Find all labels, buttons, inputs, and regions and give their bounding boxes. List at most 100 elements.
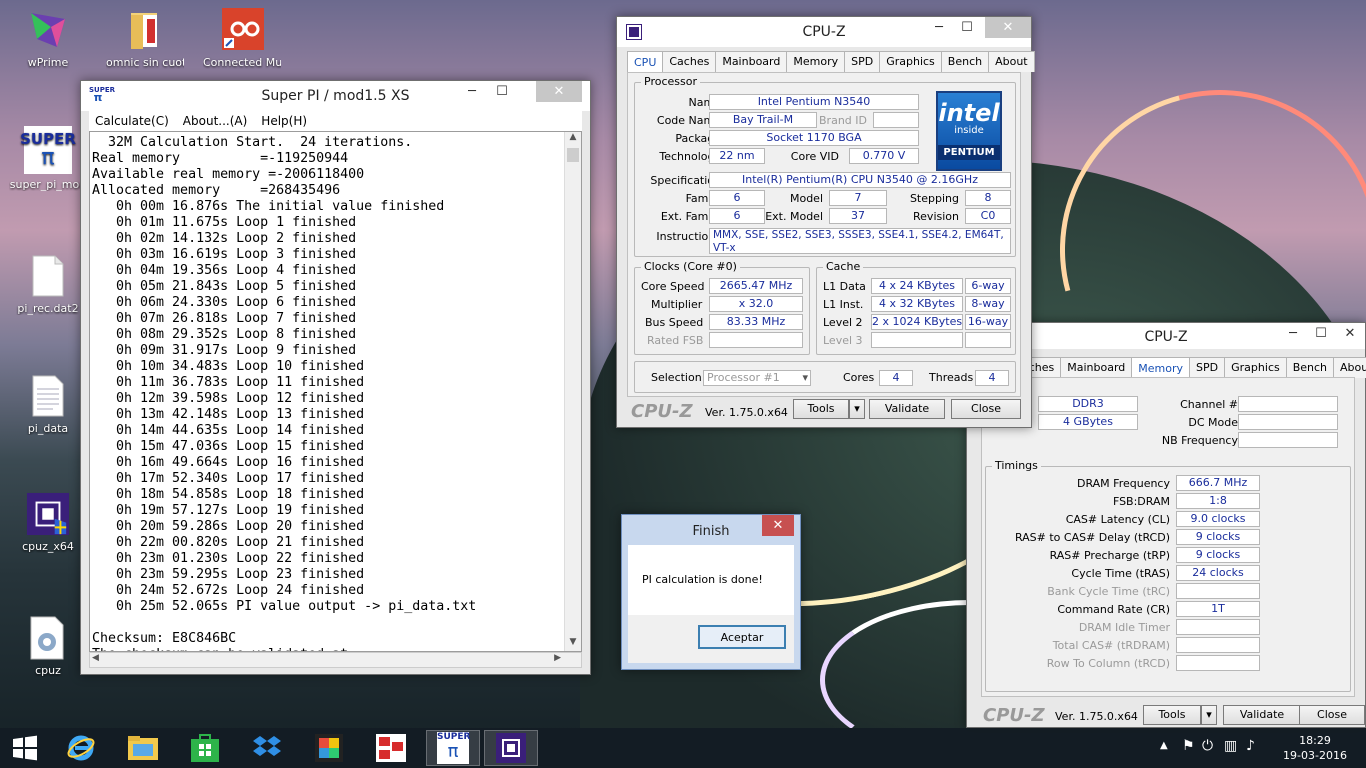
taskbar: SUPER π ▲ ⚑ ⏻ ▥ ♪ 18:29 19-03-2016 — [0, 728, 1366, 768]
scroll-right-arrow[interactable]: ▶ — [554, 653, 561, 663]
start-button[interactable] — [0, 730, 50, 766]
output-line: Available real memory =-2006118400 — [92, 167, 365, 182]
vertical-scrollbar[interactable]: ▲ ▼ — [564, 132, 581, 651]
close-button[interactable]: ✕ — [985, 17, 1031, 38]
finish-titlebar[interactable]: Finish ✕ — [622, 515, 800, 545]
minimize-button[interactable]: ─ — [1279, 323, 1307, 344]
cpuz2-tabs: aches Mainboard Memory SPD Graphics Benc… — [1015, 357, 1366, 378]
menu-about[interactable]: About...(A) — [183, 114, 248, 128]
taskbar-internet-explorer[interactable] — [54, 730, 108, 766]
cores-value: 4 — [879, 370, 913, 386]
tools-dropdown-button[interactable]: ▾ — [1201, 705, 1217, 725]
close-window-button[interactable]: Close — [1299, 705, 1365, 725]
timing-value: 9.0 clocks — [1176, 511, 1260, 527]
tab-memory[interactable]: Memory — [786, 51, 846, 72]
maximize-button[interactable]: ☐ — [488, 81, 516, 102]
brandid-value — [873, 112, 919, 128]
flag-icon[interactable]: ⚑ — [1182, 738, 1195, 754]
desktop-icon-connected-music[interactable]: Connected Music — [203, 8, 281, 69]
intel-pentium-logo: intel inside PENTIUM — [936, 91, 1002, 171]
desktop-icon-omnic-folder[interactable]: omnic sin cuotas — [106, 8, 184, 69]
taskbar-photo-app[interactable] — [302, 730, 356, 766]
clock[interactable]: 18:29 19-03-2016 — [1280, 733, 1350, 763]
aceptar-button[interactable]: Aceptar — [698, 625, 786, 649]
tab-cpu[interactable]: CPU — [627, 51, 664, 72]
tab-mainboard[interactable]: Mainboard — [1060, 357, 1133, 378]
tools-button[interactable]: Tools — [1143, 705, 1201, 725]
taskbar-store[interactable] — [178, 730, 232, 766]
scroll-thumb[interactable] — [567, 148, 579, 162]
tab-spd[interactable]: SPD — [844, 51, 881, 72]
maximize-button[interactable]: ☐ — [953, 17, 981, 38]
cpuz2-version: Ver. 1.75.0.x64 — [1055, 710, 1138, 723]
validate-button[interactable]: Validate — [869, 399, 945, 419]
tab-mainboard[interactable]: Mainboard — [715, 51, 788, 72]
close-button[interactable]: ✕ — [536, 81, 582, 102]
output-line: Checksum: E8C846BC — [92, 631, 237, 646]
desktop-icon-cpuz[interactable]: cpuz — [9, 616, 87, 677]
menu-calculate[interactable]: Calculate(C) — [95, 114, 169, 128]
tab-spd[interactable]: SPD — [1189, 357, 1226, 378]
tab-graphics[interactable]: Graphics — [1224, 357, 1287, 378]
music-app-icon — [220, 8, 264, 52]
taskbar-remote-app[interactable] — [364, 730, 418, 766]
menu-help[interactable]: Help(H) — [261, 114, 307, 128]
output-line: 0h 12m 39.598s Loop 12 finished — [92, 391, 365, 406]
maximize-button[interactable]: ☐ — [1307, 323, 1335, 344]
minimize-button[interactable]: ─ — [925, 17, 953, 38]
scroll-down-arrow[interactable]: ▼ — [565, 637, 581, 651]
timing-label: Bank Cycle Time (tRC) — [1047, 585, 1170, 598]
cpuz1-titlebar[interactable]: CPU-Z ─ ☐ ✕ — [617, 17, 1031, 47]
tab-bench[interactable]: Bench — [940, 51, 990, 72]
taskbar-superpi[interactable]: SUPER π — [426, 730, 480, 766]
desktop-icon-cpuz-x64[interactable]: cpuz_x64 — [9, 492, 87, 553]
processor-group: Processor Name Intel Pentium N3540 Code … — [634, 75, 1016, 257]
scroll-up-arrow[interactable]: ▲ — [565, 132, 581, 146]
tab-memory[interactable]: Memory — [1131, 357, 1191, 378]
tray-chevron-up-icon[interactable]: ▲ — [1160, 740, 1168, 751]
minimize-button[interactable]: ─ — [458, 81, 486, 102]
volume-icon[interactable]: ♪ — [1246, 738, 1255, 754]
tab-graphics[interactable]: Graphics — [879, 51, 942, 72]
selection-dropdown[interactable]: Processor #1 ▾ — [703, 370, 811, 386]
power-icon[interactable]: ⏻ — [1202, 738, 1213, 754]
superpi-titlebar[interactable]: SUPER π Super PI / mod1.5 XS ─ ☐ ✕ — [81, 81, 590, 111]
desktop-icon-pi-rec[interactable]: pi_rec.dat2 — [9, 254, 87, 315]
level3-value — [871, 332, 963, 348]
network-icon[interactable]: ▥ — [1224, 738, 1237, 754]
horizontal-scrollbar[interactable]: ◀ ▶ — [89, 652, 582, 668]
tab-about[interactable]: About — [1333, 357, 1366, 378]
memory-type-value: DDR3 — [1038, 396, 1138, 412]
superpi-menubar: Calculate(C) About...(A) Help(H) — [89, 111, 582, 131]
tab-caches[interactable]: Caches — [662, 51, 717, 72]
desktop-icon-pi-data[interactable]: pi_data — [9, 374, 87, 435]
taskbar-file-explorer[interactable] — [116, 730, 170, 766]
cores-label: Cores — [843, 371, 875, 384]
processor-title: Processor — [641, 75, 700, 88]
clocks-title: Clocks (Core #0) — [641, 260, 740, 273]
timing-value — [1176, 619, 1260, 635]
file-explorer-icon — [128, 736, 158, 760]
multiplier-label: Multiplier — [651, 298, 703, 311]
output-line: 0h 00m 16.876s The initial value finishe… — [92, 199, 445, 214]
validate-button[interactable]: Validate — [1223, 705, 1301, 725]
close-button[interactable]: ✕ — [1335, 323, 1365, 344]
tools-dropdown-button[interactable]: ▾ — [849, 399, 865, 419]
tab-bench[interactable]: Bench — [1285, 357, 1335, 378]
scroll-left-arrow[interactable]: ◀ — [92, 653, 99, 663]
clocks-group: Clocks (Core #0) Core Speed 2665.47 MHz … — [634, 260, 810, 355]
tab-about[interactable]: About — [988, 51, 1035, 72]
tools-button[interactable]: Tools — [793, 399, 849, 419]
desktop-icon-wprime[interactable]: wPrime — [9, 8, 87, 69]
taskbar-cpuz[interactable] — [484, 730, 538, 766]
package-value: Socket 1170 BGA — [709, 130, 919, 146]
taskbar-dropbox[interactable] — [240, 730, 294, 766]
superpi-output[interactable]: 32M Calculation Start. 24 iterations. Re… — [89, 131, 582, 652]
instructions-value: MMX, SSE, SSE2, SSE3, SSSE3, SSE4.1, SSE… — [709, 228, 1011, 254]
desktop-icon-super-pi[interactable]: SUPER π super_pi_mod — [9, 126, 87, 191]
level2-way: 16-way — [965, 314, 1011, 330]
close-window-button[interactable]: Close — [951, 399, 1021, 419]
intel-product-text: PENTIUM — [938, 145, 1000, 160]
timing-label: RAS# Precharge (tRP) — [1049, 549, 1170, 562]
close-button[interactable]: ✕ — [762, 515, 794, 536]
